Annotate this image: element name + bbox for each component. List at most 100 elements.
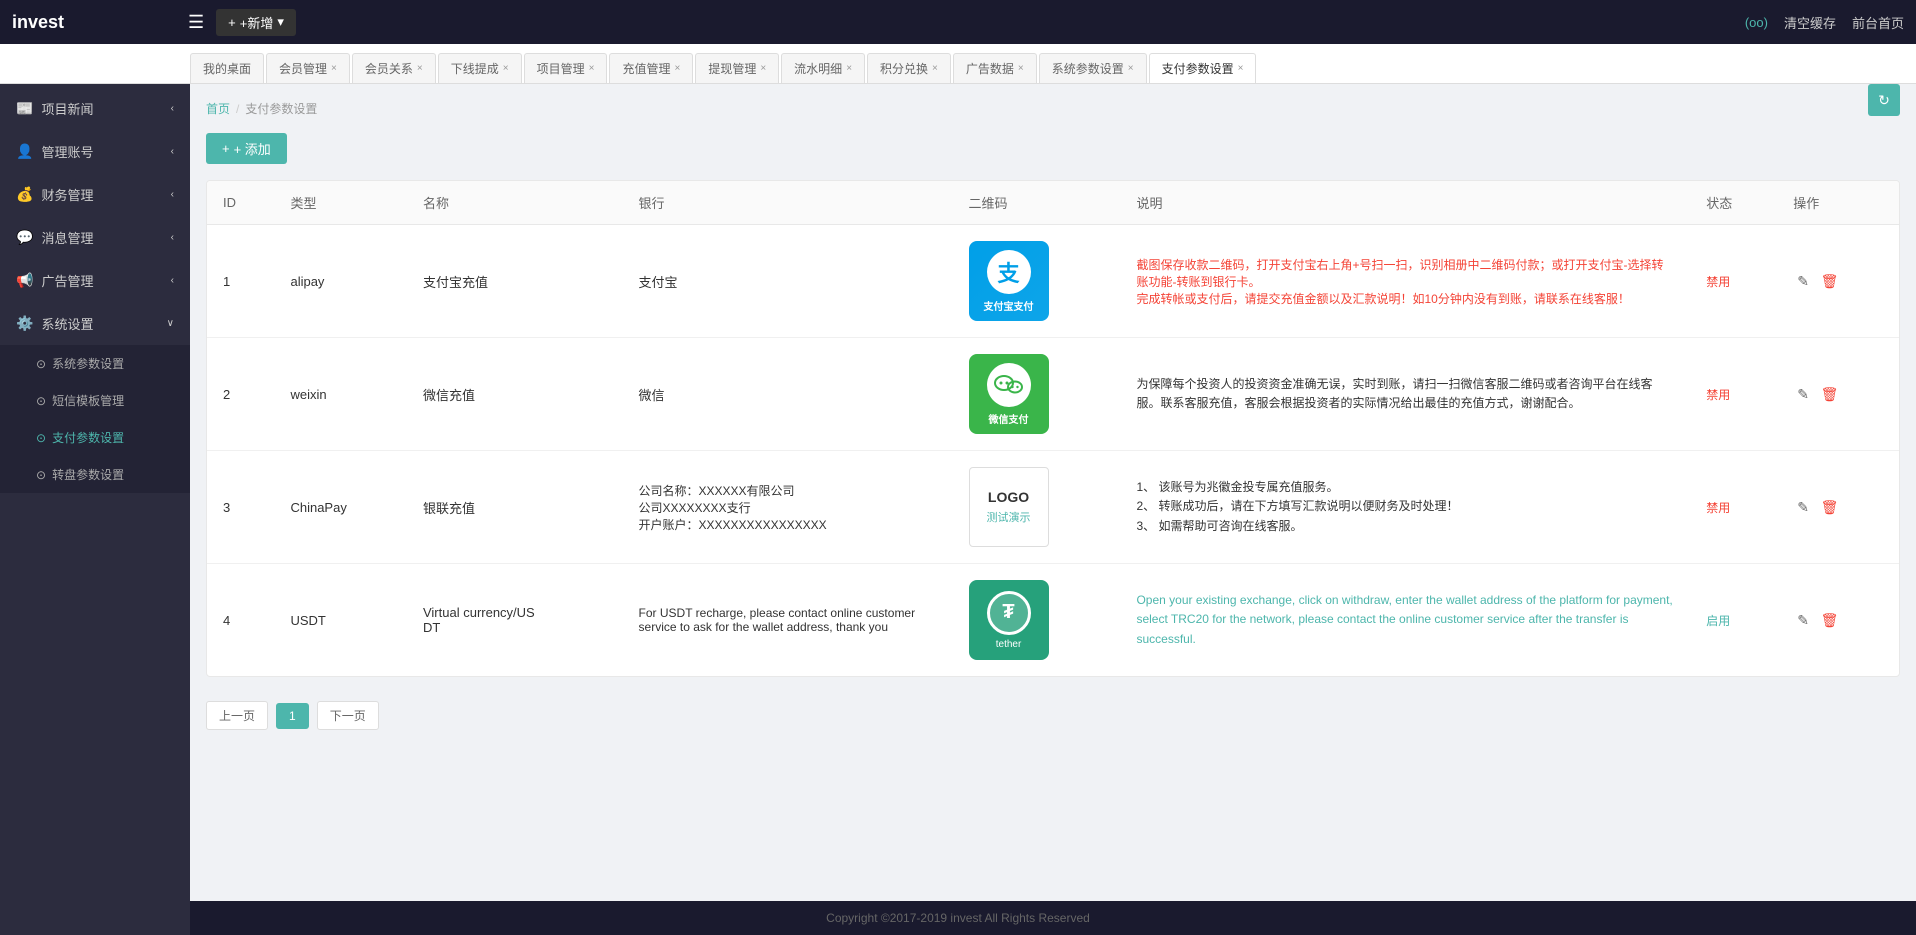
- tab-close-icon[interactable]: ×: [932, 63, 938, 74]
- cell-status: 启用: [1690, 564, 1777, 677]
- tab-recharge[interactable]: 充值管理 ×: [609, 53, 693, 83]
- cell-actions: ✎ 🗑: [1777, 225, 1899, 338]
- tab-label: 充值管理: [622, 60, 670, 77]
- edit-button[interactable]: ✎: [1793, 384, 1813, 405]
- tab-sys-params[interactable]: 系统参数设置 ×: [1039, 53, 1147, 83]
- edit-button[interactable]: ✎: [1793, 271, 1813, 292]
- tab-payment-params[interactable]: 支付参数设置 ×: [1149, 53, 1257, 83]
- edit-button[interactable]: ✎: [1793, 610, 1813, 631]
- tab-close-icon[interactable]: ×: [589, 63, 595, 74]
- submenu-payment-params[interactable]: ⊙ 支付参数设置: [0, 419, 190, 456]
- submenu-label: 转盘参数设置: [52, 466, 124, 483]
- plus-icon: +: [228, 15, 236, 30]
- qr-weixin-image: 微信支付: [969, 354, 1049, 434]
- cell-bank: 微信: [623, 338, 953, 451]
- cell-qr: LOGO 测试演示: [953, 451, 1121, 564]
- tab-close-icon[interactable]: ×: [674, 63, 680, 74]
- clear-cache-button[interactable]: 清空缓存: [1784, 13, 1836, 32]
- breadcrumb-separator: /: [236, 102, 239, 116]
- sidebar-item-finance[interactable]: 💰 财务管理 ‹: [0, 173, 190, 216]
- tab-close-icon[interactable]: ×: [331, 63, 337, 74]
- cell-id: 2: [207, 338, 274, 451]
- user-display[interactable]: (oo): [1745, 15, 1768, 30]
- delete-button[interactable]: 🗑: [1817, 384, 1843, 405]
- submenu-icon: ⊙: [36, 394, 46, 408]
- edit-button[interactable]: ✎: [1793, 497, 1813, 518]
- col-type: 类型: [274, 181, 407, 225]
- cell-desc: Open your existing exchange, click on wi…: [1120, 564, 1690, 677]
- cell-qr: 微信支付: [953, 338, 1121, 451]
- tab-close-icon[interactable]: ×: [1128, 63, 1134, 74]
- tab-flow-detail[interactable]: 流水明细 ×: [781, 53, 865, 83]
- table-row: 1 alipay 支付宝充值 支付宝 支 支付宝支付 截图保存收款二维码，打开支…: [207, 225, 1899, 338]
- submenu-sms-template[interactable]: ⊙ 短信模板管理: [0, 382, 190, 419]
- chevron-right-icon: ‹: [171, 275, 174, 286]
- sidebar-item-label: 管理账号: [41, 142, 93, 161]
- tab-member-mgmt[interactable]: 会员管理 ×: [266, 53, 350, 83]
- cell-id: 1: [207, 225, 274, 338]
- cell-bank: For USDT recharge, please contact online…: [623, 564, 953, 677]
- chevron-right-icon: ‹: [171, 103, 174, 114]
- delete-button[interactable]: 🗑: [1817, 271, 1843, 292]
- submenu-wheel-params[interactable]: ⊙ 转盘参数设置: [0, 456, 190, 493]
- tab-bar: 我的桌面 会员管理 × 会员关系 × 下线提成 × 项目管理 × 充值管理 × …: [0, 44, 1916, 84]
- app-logo: invest: [12, 12, 172, 33]
- tab-ad-data[interactable]: 广告数据 ×: [953, 53, 1037, 83]
- status-badge: 禁用: [1706, 275, 1730, 289]
- sidebar-item-accounts[interactable]: 👤 管理账号 ‹: [0, 130, 190, 173]
- frontend-home-button[interactable]: 前台首页: [1852, 13, 1904, 32]
- page-1-button[interactable]: 1: [276, 703, 309, 729]
- sidebar-item-ads[interactable]: 📢 广告管理 ‹: [0, 259, 190, 302]
- cell-type: alipay: [274, 225, 407, 338]
- menu-toggle-icon[interactable]: ☰: [188, 12, 204, 33]
- cell-bank: 公司名称：XXXXXX有限公司 公司XXXXXXXX支行 开户账户：XXXXXX…: [623, 451, 953, 564]
- chevron-right-icon: ‹: [171, 189, 174, 200]
- prev-page-button[interactable]: 上一页: [206, 701, 268, 730]
- sidebar-item-news[interactable]: 📰 项目新闻 ‹: [0, 87, 190, 130]
- breadcrumb-home[interactable]: 首页: [206, 100, 230, 117]
- tab-label: 会员管理: [279, 60, 327, 77]
- submenu-icon: ⊙: [36, 468, 46, 482]
- cell-type: ChinaPay: [274, 451, 407, 564]
- cell-name: 银联充值: [407, 451, 623, 564]
- cell-type: weixin: [274, 338, 407, 451]
- submenu-icon: ⊙: [36, 431, 46, 445]
- tab-close-icon[interactable]: ×: [417, 63, 423, 74]
- cell-id: 4: [207, 564, 274, 677]
- tab-close-icon[interactable]: ×: [760, 63, 766, 74]
- submenu-sys-params[interactable]: ⊙ 系统参数设置: [0, 345, 190, 382]
- refresh-button[interactable]: ↻: [1868, 84, 1900, 116]
- footer-text: Copyright ©2017-2019 invest All Rights R…: [826, 911, 1090, 925]
- tab-desktop[interactable]: 我的桌面: [190, 53, 264, 83]
- tab-label: 会员关系: [365, 60, 413, 77]
- submenu-label: 支付参数设置: [52, 429, 124, 446]
- cell-name: 微信充值: [407, 338, 623, 451]
- sidebar-item-system[interactable]: ⚙️ 系统设置 ∨: [0, 302, 190, 345]
- tab-close-icon[interactable]: ×: [1018, 63, 1024, 74]
- tab-close-icon[interactable]: ×: [1238, 63, 1244, 74]
- add-record-button[interactable]: + + 添加: [206, 133, 287, 164]
- tab-withdraw[interactable]: 提现管理 ×: [695, 53, 779, 83]
- qr-logo-image: LOGO 测试演示: [969, 467, 1049, 547]
- cell-desc: 截图保存收款二维码，打开支付宝右上角+号扫一扫，识别相册中二维码付款；或打开支付…: [1120, 225, 1690, 338]
- tab-points[interactable]: 积分兑换 ×: [867, 53, 951, 83]
- sidebar-item-message[interactable]: 💬 消息管理 ‹: [0, 216, 190, 259]
- next-page-button[interactable]: 下一页: [317, 701, 379, 730]
- news-icon: 📰: [16, 100, 33, 117]
- delete-button[interactable]: 🗑: [1817, 497, 1843, 518]
- cell-status: 禁用: [1690, 225, 1777, 338]
- tab-close-icon[interactable]: ×: [846, 63, 852, 74]
- sidebar-item-label: 广告管理: [41, 271, 93, 290]
- quick-add-button[interactable]: + +新增 ▾: [216, 9, 296, 36]
- tab-downline[interactable]: 下线提成 ×: [438, 53, 522, 83]
- chevron-right-icon: ‹: [171, 232, 174, 243]
- table-row: 2 weixin 微信充值 微信: [207, 338, 1899, 451]
- system-submenu: ⊙ 系统参数设置 ⊙ 短信模板管理 ⊙ 支付参数设置 ⊙ 转盘参数设置: [0, 345, 190, 493]
- delete-button[interactable]: 🗑: [1817, 610, 1843, 631]
- tab-project-mgmt[interactable]: 项目管理 ×: [524, 53, 608, 83]
- table-header-row: ID 类型 名称 银行 二维码 说明 状态 操作: [207, 181, 1899, 225]
- tether-icon: ₮: [987, 591, 1031, 635]
- top-header: invest ☰ + +新增 ▾ (oo) 清空缓存 前台首页: [0, 0, 1916, 44]
- tab-member-relation[interactable]: 会员关系 ×: [352, 53, 436, 83]
- tab-close-icon[interactable]: ×: [503, 63, 509, 74]
